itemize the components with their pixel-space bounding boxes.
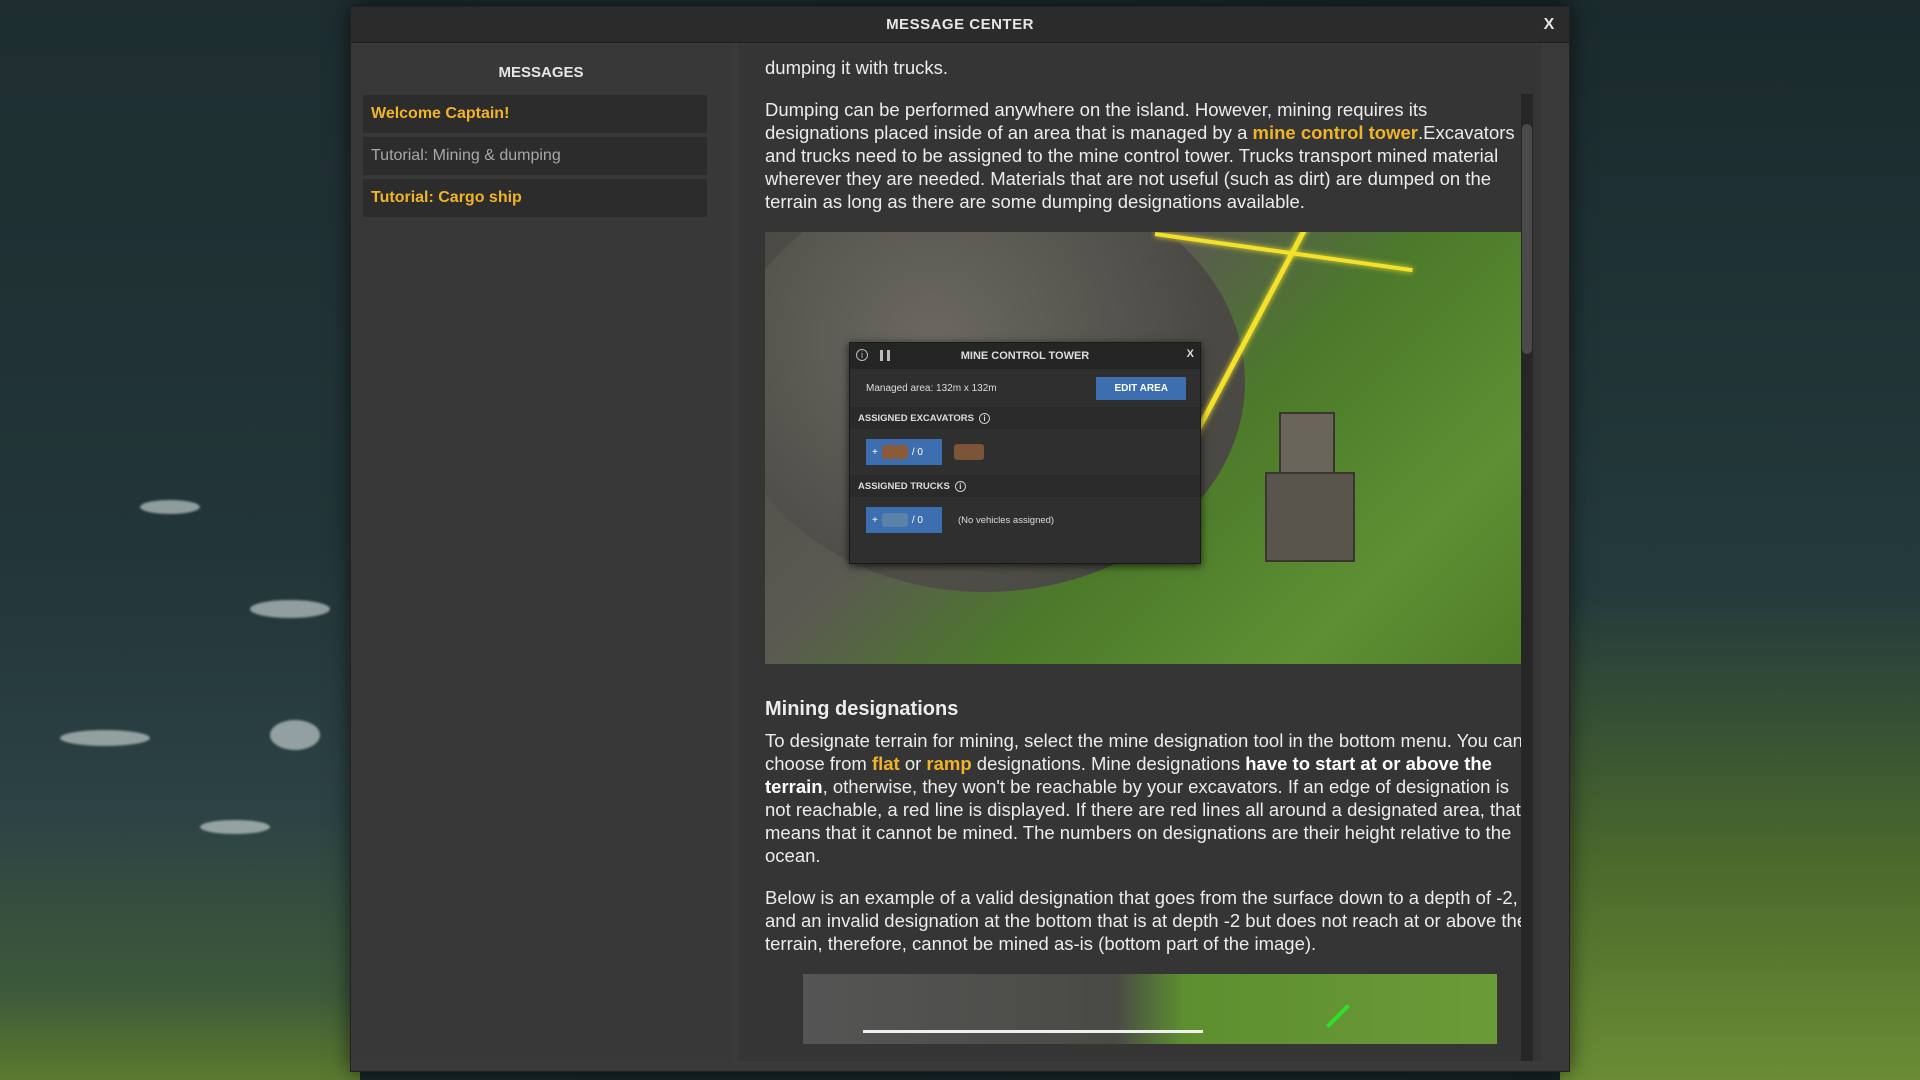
section-label: ASSIGNED TRUCKS — [858, 480, 950, 492]
ramp-link[interactable]: ramp — [926, 753, 971, 774]
section-heading-mining-designations: Mining designations — [765, 698, 959, 720]
mine-control-tower-screenshot: i MINE CONTROL TOWER X Managed area: 132… — [765, 232, 1533, 664]
mine-control-tower-link[interactable]: mine control tower — [1253, 122, 1419, 143]
wave-foam — [270, 720, 320, 750]
close-button[interactable]: X — [1537, 13, 1561, 37]
designation-example-screenshot — [803, 974, 1497, 1044]
no-vehicles-label: (No vehicles assigned) — [958, 514, 1055, 526]
message-item-cargo-ship[interactable]: Tutorial: Cargo ship — [363, 179, 707, 217]
section-label: ASSIGNED EXCAVATORS — [858, 412, 974, 424]
pause-icon — [880, 350, 890, 361]
trucks-row: + / 0 (No vehicles assigned) — [850, 497, 1200, 543]
excavator-icon — [881, 445, 908, 459]
paragraph-mining-designations: To designate terrain for mining, select … — [765, 729, 1535, 867]
paragraph-text: designations. Mine designations — [971, 753, 1246, 774]
wave-foam — [60, 730, 150, 746]
paragraph-text: or — [899, 753, 927, 774]
paragraph-intro-tail: dumping it with trucks. — [765, 57, 949, 78]
excavators-row: + / 0 — [850, 429, 1200, 475]
wave-foam — [200, 820, 270, 834]
panel-close-icon: X — [1186, 348, 1194, 360]
truck-icon — [881, 513, 908, 527]
message-center-window: MESSAGE CENTER X MESSAGES Welcome Captai… — [350, 6, 1570, 1072]
excavator-icon — [954, 444, 984, 460]
assigned-excavators-header: ASSIGNED EXCAVATORS i — [850, 407, 1200, 429]
info-icon: i — [856, 349, 868, 361]
managed-area-label: Managed area: 132m x 132m — [866, 382, 997, 394]
ocean-backdrop-left — [0, 0, 360, 1080]
add-excavator-chip: + / 0 — [866, 439, 942, 465]
wave-foam — [250, 600, 330, 618]
mine-control-tower-building — [1265, 412, 1355, 562]
message-item-mining-dumping[interactable]: Tutorial: Mining & dumping — [363, 137, 707, 175]
window-titlebar: MESSAGE CENTER X — [351, 7, 1569, 43]
messages-sidebar: MESSAGES Welcome Captain! Tutorial: Mini… — [351, 44, 731, 1061]
assigned-trucks-header: ASSIGNED TRUCKS i — [850, 475, 1200, 497]
scrollbar-thumb[interactable] — [1522, 124, 1532, 354]
add-truck-chip: + / 0 — [866, 507, 942, 533]
excavator-count: / 0 — [911, 446, 923, 458]
truck-count: / 0 — [911, 514, 923, 526]
panel-title: MINE CONTROL TOWER — [960, 350, 1090, 362]
window-title: MESSAGE CENTER — [886, 16, 1034, 33]
green-marker — [1325, 1003, 1351, 1029]
paragraph-example: Below is an example of a valid designati… — [765, 887, 1528, 954]
edit-area-button: EDIT AREA — [1096, 376, 1186, 400]
paragraph-dumping: Dumping can be performed anywhere on the… — [765, 98, 1535, 213]
messages-header: MESSAGES — [498, 64, 584, 81]
mine-control-tower-panel: i MINE CONTROL TOWER X Managed area: 132… — [849, 342, 1201, 564]
terrain-backdrop-right — [1560, 0, 1920, 1080]
message-item-welcome-captain[interactable]: Welcome Captain! — [363, 95, 707, 133]
wave-foam — [140, 500, 200, 514]
designation-edge-line — [863, 1030, 1203, 1033]
paragraph-text: , otherwise, they won't be reachable by … — [765, 776, 1521, 866]
info-icon: i — [978, 412, 990, 424]
flat-link[interactable]: flat — [872, 753, 900, 774]
info-icon: i — [954, 480, 966, 492]
message-content[interactable]: dumping it with trucks. Dumping can be p… — [739, 44, 1541, 1061]
content-scrollbar[interactable] — [1521, 94, 1533, 1061]
